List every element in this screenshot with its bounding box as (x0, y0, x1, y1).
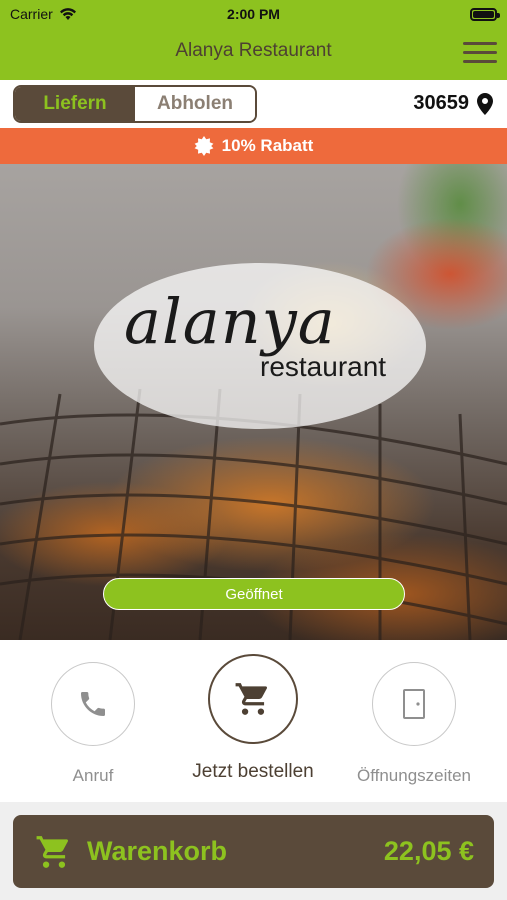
call-action[interactable]: Anruf (18, 662, 168, 786)
status-bar: Carrier 2:00 PM (0, 0, 507, 28)
call-label: Anruf (72, 766, 114, 785)
top-bar: Carrier 2:00 PM Alanya Restaurant (0, 0, 507, 80)
status-time: 2:00 PM (227, 6, 280, 22)
mode-option-liefern[interactable]: Liefern (15, 87, 135, 121)
delivery-mode-toggle: Liefern Abholen (13, 85, 257, 123)
order-button[interactable] (208, 654, 298, 744)
cart-button[interactable]: Warenkorb 22,05 € (13, 815, 494, 888)
restaurant-logo: alanya restaurant (94, 263, 426, 429)
location-pin-icon (477, 92, 493, 115)
opening-hours-button[interactable] (372, 662, 456, 746)
cart-total: 22,05 € (383, 836, 474, 866)
cart-label: Warenkorb (87, 836, 228, 866)
logo-word: restaurant (260, 351, 387, 382)
zip-code: 30659 (413, 92, 469, 114)
logo-script: alanya (124, 285, 336, 358)
badge-icon (194, 136, 214, 156)
order-label: Jetzt bestellen (192, 761, 314, 782)
call-button[interactable] (51, 662, 135, 746)
zip-location[interactable]: 30659 (413, 92, 493, 115)
cart-icon (36, 835, 69, 868)
discount-banner[interactable]: 10% Rabatt (0, 128, 507, 164)
hamburger-menu-icon[interactable] (463, 38, 497, 66)
open-status-badge[interactable]: Geöffnet (103, 578, 405, 610)
cart-icon (235, 683, 268, 715)
phone-icon (81, 692, 105, 716)
page-title: Alanya Restaurant (175, 40, 332, 61)
door-icon (403, 689, 425, 719)
mode-option-abholen[interactable]: Abholen (135, 87, 255, 121)
opening-hours-action[interactable]: Öffnungszeiten (339, 662, 489, 786)
order-action[interactable]: Jetzt bestellen (178, 654, 328, 783)
discount-label: 10% Rabatt (221, 136, 314, 155)
opening-hours-label: Öffnungszeiten (356, 766, 472, 785)
hero-image: alanya restaurant Geöffnet (0, 164, 507, 640)
battery-icon (470, 8, 500, 21)
